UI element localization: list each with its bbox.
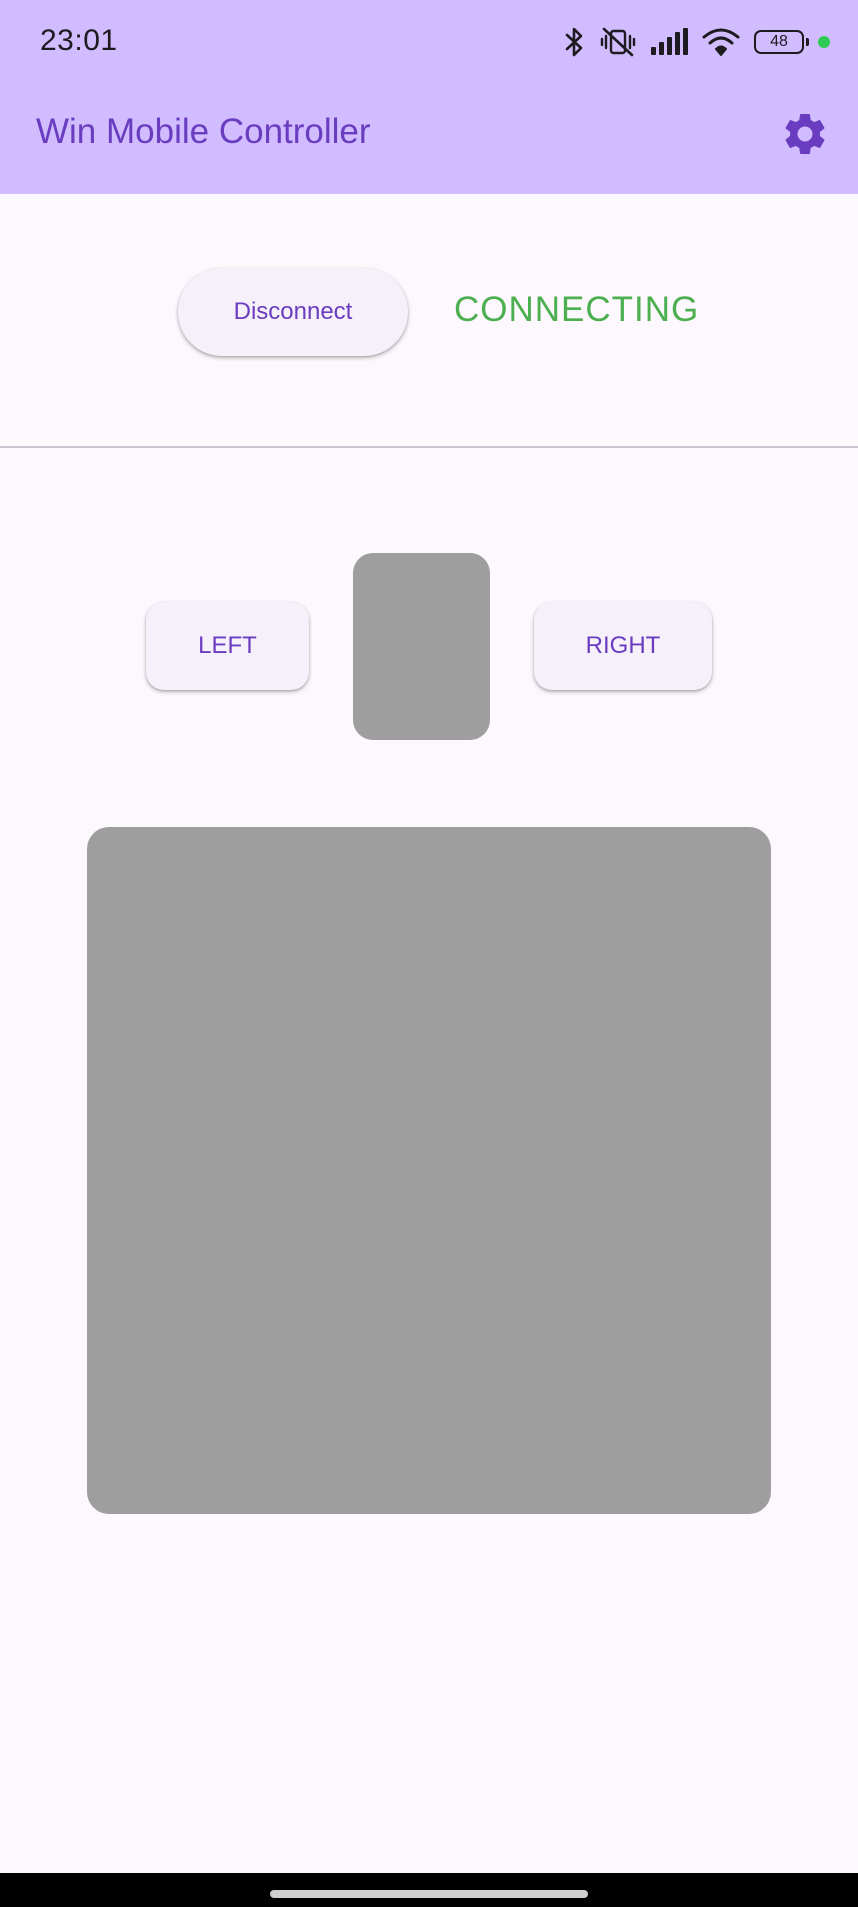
app-bar: Win Mobile Controller — [0, 84, 858, 194]
status-bar: 23:01 48 — [0, 0, 858, 84]
status-time: 23:01 — [40, 24, 118, 57]
navigation-bar — [0, 1873, 858, 1907]
divider — [0, 446, 858, 448]
scroll-pad[interactable] — [353, 553, 490, 740]
vibrate-muted-icon — [600, 26, 636, 58]
touchpad[interactable] — [87, 827, 771, 1514]
bluetooth-icon — [564, 26, 586, 58]
gear-icon — [785, 113, 825, 154]
cellular-signal-icon — [650, 28, 688, 56]
connection-row: Disconnect CONNECTING — [0, 194, 858, 446]
left-click-button[interactable]: LEFT — [146, 602, 309, 690]
battery-level: 48 — [770, 33, 788, 50]
status-icons: 48 — [564, 22, 830, 62]
battery-icon: 48 — [754, 30, 809, 54]
right-click-button[interactable]: RIGHT — [534, 602, 712, 690]
settings-button[interactable] — [780, 109, 830, 159]
gesture-handle[interactable] — [270, 1890, 588, 1898]
wifi-icon — [702, 27, 740, 57]
connection-status: CONNECTING — [454, 290, 700, 329]
app-title: Win Mobile Controller — [36, 112, 371, 151]
privacy-indicator-dot — [818, 36, 830, 48]
disconnect-button[interactable]: Disconnect — [178, 268, 408, 356]
